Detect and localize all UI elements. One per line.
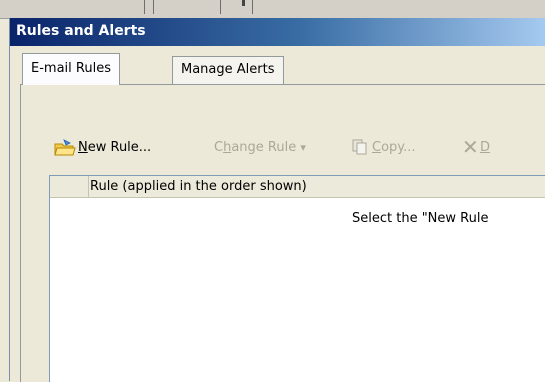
delete-button[interactable]: ✕ D (462, 136, 490, 158)
toolbar-separator (144, 0, 145, 14)
empty-list-message: Select the "New Rule (352, 211, 489, 226)
change-rule-label-pre: C (214, 139, 224, 155)
change-rule-label: ange Rule (231, 139, 297, 155)
copy-button[interactable]: Copy... (352, 136, 416, 158)
mnemonic: N (78, 139, 88, 155)
column-header-rule[interactable]: Rule (applied in the order shown) (90, 179, 307, 194)
copy-icon (352, 139, 368, 155)
toolbar-separator (252, 0, 253, 14)
toolbar-separator (220, 0, 221, 14)
rules-list[interactable]: Rule (applied in the order shown) Select… (49, 175, 545, 382)
dropdown-arrow-icon: ▾ (300, 140, 306, 154)
list-header: Rule (applied in the order shown) (50, 176, 545, 198)
new-rule-button[interactable]: New Rule... (54, 136, 151, 158)
title-bar[interactable]: Rules and Alerts (10, 18, 545, 46)
tab-label: Manage Alerts (181, 62, 275, 77)
window-title: Rules and Alerts (16, 23, 146, 39)
mnemonic: C (372, 139, 382, 155)
tab-email-rules[interactable]: E-mail Rules (22, 53, 120, 85)
tab-manage-alerts[interactable]: Manage Alerts (172, 56, 284, 84)
background-window-toolbar (0, 0, 545, 19)
new-rule-icon (54, 138, 76, 156)
toolbar-separator (153, 0, 154, 14)
mnemonic: D (480, 139, 491, 155)
delete-icon: ✕ (462, 135, 479, 159)
tab-label: E-mail Rules (31, 61, 111, 76)
copy-label: opy... (381, 139, 416, 155)
new-rule-label: ew Rule... (87, 139, 152, 155)
toolbar-handle (242, 0, 245, 6)
column-header-checkbox[interactable] (50, 176, 89, 197)
change-rule-button[interactable]: Change Rule ▾ (214, 136, 306, 158)
